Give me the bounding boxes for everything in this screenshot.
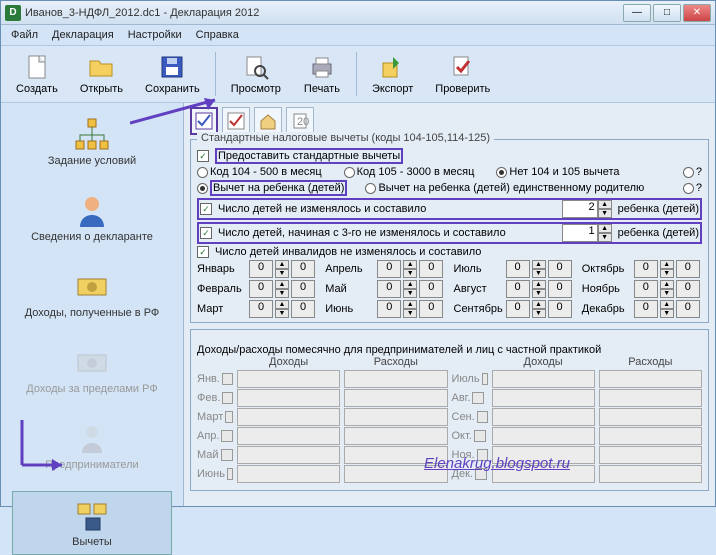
tab-standard[interactable]: [190, 107, 218, 135]
open-button[interactable]: Открыть: [71, 48, 132, 100]
deductions-icon: [74, 498, 110, 534]
titlebar: D Иванов_3-НДФЛ_2012.dc1 - Декларация 20…: [1, 1, 715, 25]
check-button[interactable]: Проверить: [426, 48, 499, 100]
tab-property[interactable]: [254, 107, 282, 135]
checkmark-icon: [227, 112, 245, 130]
minimize-button[interactable]: —: [623, 4, 651, 22]
code104-radio[interactable]: [197, 167, 208, 178]
group-legend: Стандартные налоговые вычеты (коды 104-1…: [197, 132, 494, 144]
document-icon: 20: [291, 112, 309, 130]
create-button[interactable]: Создать: [7, 48, 67, 100]
tab-social[interactable]: [222, 107, 250, 135]
jan-val1[interactable]: 0: [249, 260, 273, 278]
toolbar-separator: [356, 52, 357, 96]
menu-help[interactable]: Справка: [196, 29, 239, 41]
children-from3-checkbox[interactable]: [200, 227, 212, 239]
group2-legend: Доходы/расходы помесячно для предпринима…: [197, 344, 702, 356]
child-deduct-radio[interactable]: [197, 183, 208, 194]
checkbox-icon: [195, 112, 213, 130]
money-icon: [74, 269, 110, 305]
single-parent-radio[interactable]: [365, 183, 376, 194]
save-button[interactable]: Сохранить: [136, 48, 209, 100]
entrepreneur-group: Доходы/расходы помесячно для предпринима…: [190, 329, 709, 491]
close-button[interactable]: ✕: [683, 4, 711, 22]
nav-entrepreneurs[interactable]: Предприниматели: [12, 415, 172, 477]
person-icon: [74, 193, 110, 229]
floppy-icon: [158, 53, 186, 81]
deduction-tabs: 20: [190, 107, 709, 135]
menubar: Файл Декларация Настройки Справка: [1, 25, 715, 45]
nav-conditions[interactable]: Задание условий: [12, 111, 172, 173]
spinner-up-icon[interactable]: ▲: [598, 200, 612, 209]
toolbar: Создать Открыть Сохранить Просмотр Печат…: [1, 45, 715, 103]
jan-income[interactable]: [237, 370, 340, 388]
svg-text:20: 20: [297, 116, 309, 128]
magnifier-icon: [242, 53, 270, 81]
children-const-checkbox[interactable]: [200, 203, 212, 215]
provide-checkbox[interactable]: [197, 150, 209, 162]
nav-income-rf[interactable]: Доходы, полученные в РФ: [12, 263, 172, 325]
toolbar-separator: [215, 52, 216, 96]
children-from3-spinner[interactable]: 1 ▲▼: [562, 224, 612, 242]
app-window: D Иванов_3-НДФЛ_2012.dc1 - Декларация 20…: [0, 0, 716, 507]
spinner-down-icon[interactable]: ▼: [598, 209, 612, 218]
jul-checkbox[interactable]: [482, 373, 488, 385]
briefcase-icon: [74, 421, 110, 457]
export-icon: [379, 53, 407, 81]
tree-icon: [74, 117, 110, 153]
check-icon: [449, 53, 477, 81]
nav-income-abroad[interactable]: Доходы за пределами РФ: [12, 339, 172, 401]
jan-checkbox[interactable]: [222, 373, 233, 385]
printer-icon: [308, 53, 336, 81]
app-icon: D: [5, 5, 21, 21]
spinner-up-icon[interactable]: ▲: [598, 224, 612, 233]
children-invalid-checkbox[interactable]: [197, 246, 209, 258]
nav-deductions[interactable]: Вычеты: [12, 491, 172, 555]
code105-radio[interactable]: [344, 167, 355, 178]
house-icon: [259, 112, 277, 130]
sidebar: Задание условий Сведения о декларанте До…: [1, 103, 183, 506]
folder-open-icon: [87, 53, 115, 81]
children-count-spinner[interactable]: 2 ▲▼: [562, 200, 612, 218]
tab-losses[interactable]: 20: [286, 107, 314, 135]
preview-button[interactable]: Просмотр: [222, 48, 290, 100]
q1-radio[interactable]: [683, 167, 694, 178]
maximize-button[interactable]: □: [653, 4, 681, 22]
provide-label: Предоставить стандартные вычеты: [215, 148, 403, 164]
export-button[interactable]: Экспорт: [363, 48, 422, 100]
standard-deductions-group: Стандартные налоговые вычеты (коды 104-1…: [190, 139, 709, 323]
none104105-radio[interactable]: [496, 167, 507, 178]
q2-radio[interactable]: [683, 183, 694, 194]
globe-money-icon: [74, 345, 110, 381]
nav-declarant[interactable]: Сведения о декларанте: [12, 187, 172, 249]
jan-expense[interactable]: [344, 370, 447, 388]
menu-file[interactable]: Файл: [11, 29, 38, 41]
print-button[interactable]: Печать: [294, 48, 350, 100]
window-title: Иванов_3-НДФЛ_2012.dc1 - Декларация 2012: [25, 7, 623, 19]
months-grid: Январь0▲▼0 Апрель0▲▼0 Июль0▲▼0 Октябрь0▲…: [197, 260, 702, 318]
spinner-down-icon[interactable]: ▼: [598, 233, 612, 242]
menu-declaration[interactable]: Декларация: [52, 29, 114, 41]
main-panel: 20 Стандартные налоговые вычеты (коды 10…: [183, 103, 715, 506]
menu-settings[interactable]: Настройки: [128, 29, 182, 41]
page-icon: [23, 53, 51, 81]
